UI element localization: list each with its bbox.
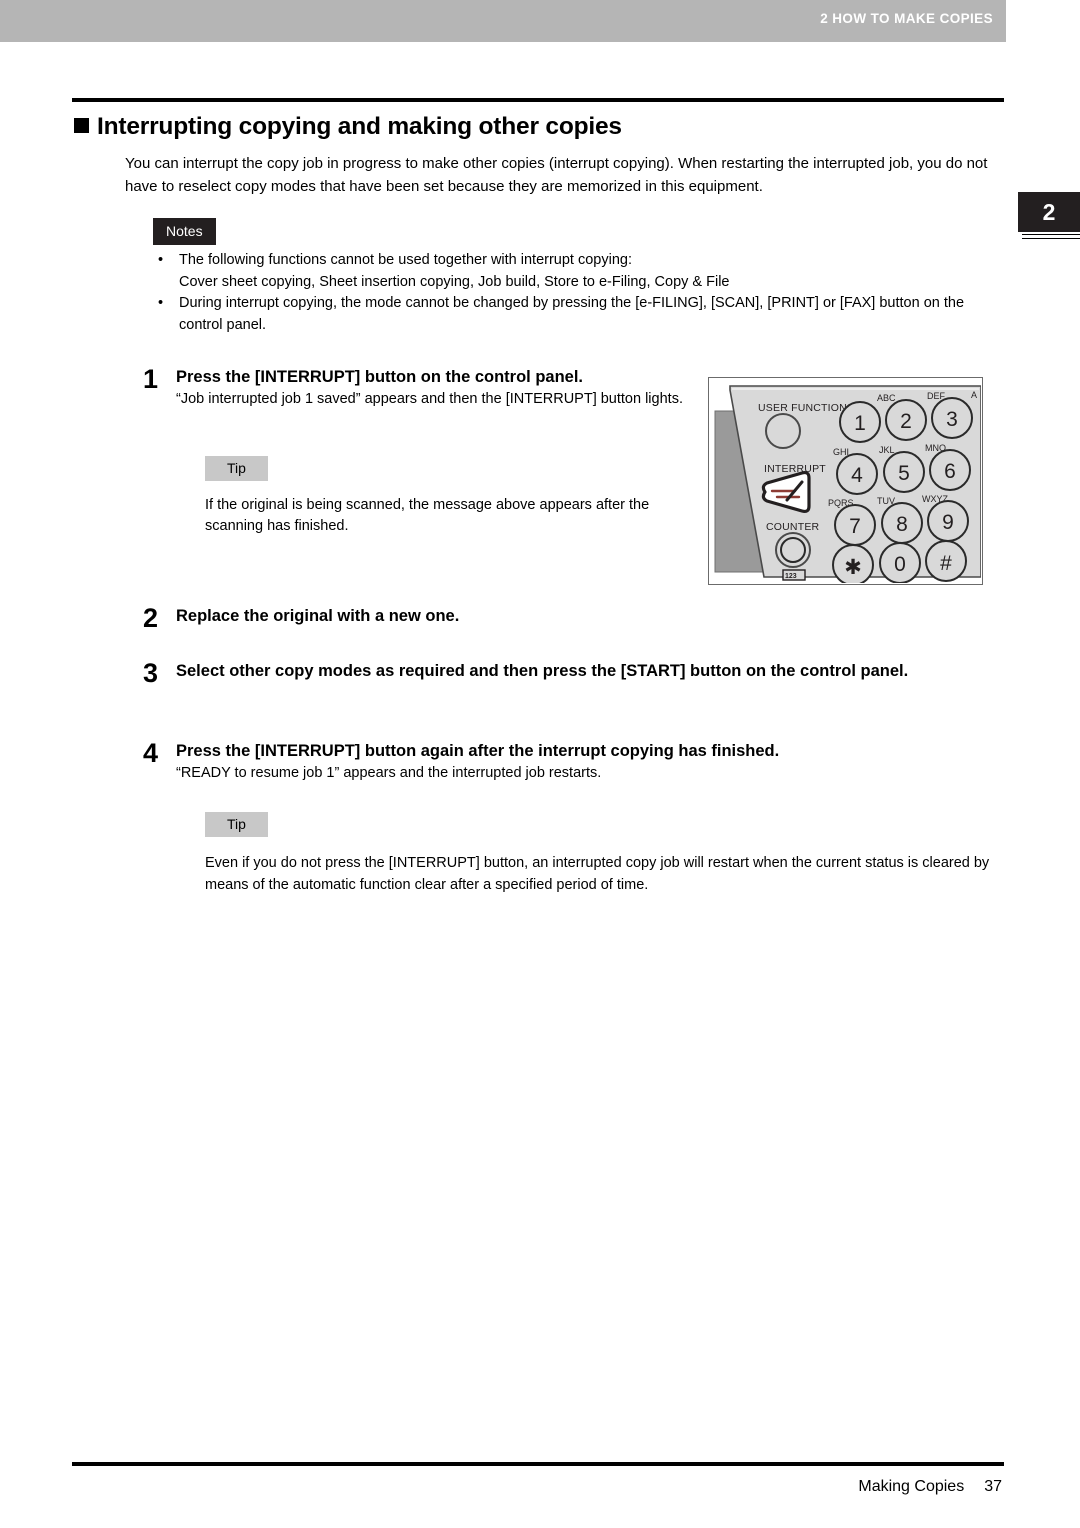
notes-item-2: During interrupt copying, the mode canno… <box>179 295 965 333</box>
step-4-body: “READY to resume job 1” appears and the … <box>176 765 602 781</box>
svg-text:6: 6 <box>944 460 956 483</box>
notes-item-1-line-1: The following functions cannot be used t… <box>179 252 632 268</box>
step-1-heading: Press the [INTERRUPT] button on the cont… <box>176 368 584 386</box>
svg-text:8: 8 <box>896 513 908 536</box>
svg-text:JKL: JKL <box>879 445 895 455</box>
page-title-text: Interrupting copying and making other co… <box>97 113 622 140</box>
tip-1-text: If the original is being scanned, the me… <box>205 497 650 534</box>
notes-item-1-line-2: Cover sheet copying, Sheet insertion cop… <box>179 273 730 290</box>
step-4: 4 Press the [INTERRUPT] button again aft… <box>143 740 1008 784</box>
square-bullet-icon <box>74 118 89 133</box>
step-1-body: “Job interrupted job 1 saved” appears an… <box>176 391 683 407</box>
svg-text:4: 4 <box>851 464 863 487</box>
svg-text:GHI: GHI <box>833 447 849 457</box>
svg-text:2: 2 <box>900 410 912 433</box>
step-1-number: 1 <box>143 364 159 394</box>
svg-text:ABC: ABC <box>877 393 896 403</box>
running-header-bar: 2 HOW TO MAKE COPIES <box>0 0 1006 42</box>
tip-block-1: Tip If the original is being scanned, th… <box>205 456 695 537</box>
svg-text:A: A <box>971 390 977 400</box>
document-page: 2 HOW TO MAKE COPIES 2 Interrupting copy… <box>0 0 1080 1528</box>
svg-text:3: 3 <box>946 408 958 431</box>
page-title: Interrupting copying and making other co… <box>74 113 622 141</box>
svg-text:7: 7 <box>849 515 861 538</box>
step-3-heading: Select other copy modes as required and … <box>176 662 909 680</box>
step-3: 3 Select other copy modes as required an… <box>143 660 1008 687</box>
intro-paragraph: You can interrupt the copy job in progre… <box>125 155 988 195</box>
control-panel-illustration: USER FUNCTIONS INTERRUPT COUNTER 123 ABC… <box>708 377 983 585</box>
svg-text:9: 9 <box>942 511 954 534</box>
step-1: 1 Press the [INTERRUPT] button on the co… <box>143 366 688 410</box>
svg-text:123: 123 <box>785 573 797 580</box>
step-2-heading: Replace the original with a new one. <box>176 607 460 625</box>
step-3-number: 3 <box>143 658 159 688</box>
section-top-rule <box>72 98 1004 102</box>
tip-block-2: Tip Even if you do not press the [INTERR… <box>205 812 1010 896</box>
step-4-number: 4 <box>143 738 159 768</box>
chapter-tab-number: 2 <box>1042 198 1056 225</box>
notes-list: • The following functions cannot be used… <box>153 250 1008 336</box>
step-2: 2 Replace the original with a new one. <box>143 605 843 632</box>
svg-text:1: 1 <box>854 412 866 435</box>
page-footer: Making Copies 37 <box>858 1478 1002 1496</box>
svg-text:✱: ✱ <box>844 556 862 579</box>
footer-page-number: 37 <box>984 1478 1002 1495</box>
svg-text:USER FUNCTIONS: USER FUNCTIONS <box>758 402 854 414</box>
step-2-number: 2 <box>143 603 159 633</box>
svg-text:#: # <box>940 552 952 575</box>
tip-2-text: Even if you do not press the [INTERRUPT]… <box>205 855 990 893</box>
step-4-heading: Press the [INTERRUPT] button again after… <box>176 742 780 760</box>
list-item: • The following functions cannot be used… <box>153 250 1008 293</box>
svg-text:5: 5 <box>898 462 910 485</box>
chapter-tab: 2 <box>1018 192 1080 232</box>
footer-rule <box>72 1462 1004 1466</box>
bullet-dot-icon: • <box>158 252 164 268</box>
bullet-dot-icon: • <box>158 295 164 311</box>
notes-badge: Notes <box>153 218 216 245</box>
svg-text:COUNTER: COUNTER <box>766 521 820 533</box>
tip-badge: Tip <box>205 456 268 481</box>
tip-badge: Tip <box>205 812 268 837</box>
chapter-tab-rule <box>1022 234 1080 239</box>
list-item: • During interrupt copying, the mode can… <box>153 293 1008 336</box>
running-header-text: 2 HOW TO MAKE COPIES <box>820 11 993 26</box>
svg-text:INTERRUPT: INTERRUPT <box>764 463 826 475</box>
footer-chapter-name: Making Copies <box>858 1478 965 1495</box>
svg-text:0: 0 <box>894 553 906 576</box>
